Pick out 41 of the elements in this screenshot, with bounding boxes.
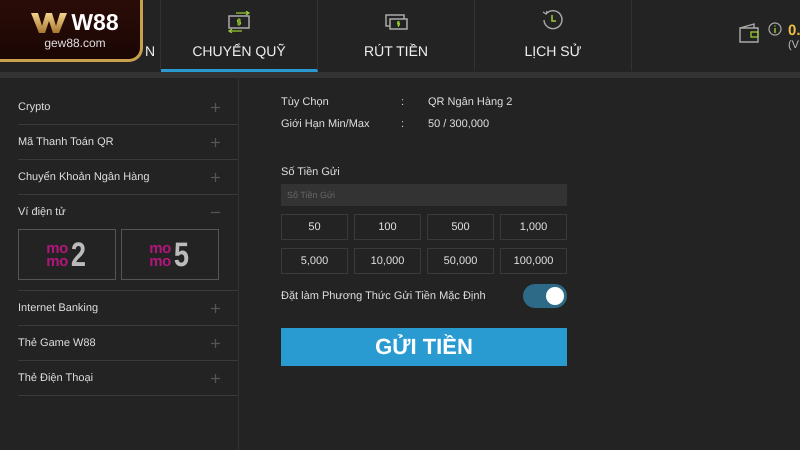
amount-preset-button[interactable]: 100,000 [500, 248, 567, 274]
amount-preset-button[interactable]: 1,000 [500, 214, 567, 240]
amount-preset-button[interactable]: 500 [427, 214, 494, 240]
toggle-switch[interactable] [523, 284, 567, 308]
plus-icon [211, 338, 220, 348]
detail-label: Tùy Chọn [281, 96, 330, 108]
logo-icon [31, 12, 68, 34]
menu-item[interactable]: Internet Banking [18, 291, 238, 325]
amount-preset-button[interactable]: 100 [354, 214, 421, 240]
money-transfer-icon [226, 11, 252, 33]
info-icon[interactable] [768, 22, 782, 36]
plus-icon [211, 304, 220, 312]
option-number: 5 [174, 238, 189, 272]
toggle-label: Đặt làm Phương Thức Gửi Tiền Mặc Định [281, 290, 486, 302]
amount-preset-button[interactable]: 50,000 [427, 248, 494, 274]
amount-preset-button[interactable]: 50 [281, 214, 348, 240]
detail-separator: : [401, 96, 406, 108]
amount-preset-button[interactable]: 5,000 [281, 248, 348, 274]
menu-item[interactable]: Thẻ Điện Thoại [18, 361, 238, 395]
plus-icon [211, 374, 220, 382]
field-label: Số Tiền Gửi [281, 166, 341, 178]
plus-icon [211, 172, 220, 182]
currency-label: (V [788, 39, 800, 51]
detail-value: 50 / 300,000 [428, 118, 490, 130]
detail-separator: : [401, 118, 406, 130]
menu-item[interactable]: Ví điện tử [18, 195, 238, 229]
menu-item[interactable]: Crypto [18, 90, 238, 124]
balance-amount: 0. [788, 22, 800, 39]
logo-domain: gew88.com [44, 36, 106, 50]
detail-value: QR Ngân Hàng 2 [428, 96, 514, 108]
logo-text: W88 [71, 9, 119, 36]
option-number: 2 [70, 238, 86, 272]
menu-item[interactable]: Mã Thanh Toán QR [18, 125, 238, 159]
momo-logo-text: mo mo [149, 242, 171, 268]
menu-item[interactable]: Chuyển Khoản Ngân Hàng [18, 160, 238, 194]
plus-icon [211, 138, 220, 146]
plus-icon [211, 102, 220, 112]
menu-item[interactable]: Thẻ Game W88 [18, 326, 238, 360]
momo-logo-text: mo mo [46, 242, 68, 268]
amount-preset-button[interactable]: 10,000 [354, 248, 421, 274]
detail-label: Giới Hạn Min/Max [281, 118, 371, 130]
